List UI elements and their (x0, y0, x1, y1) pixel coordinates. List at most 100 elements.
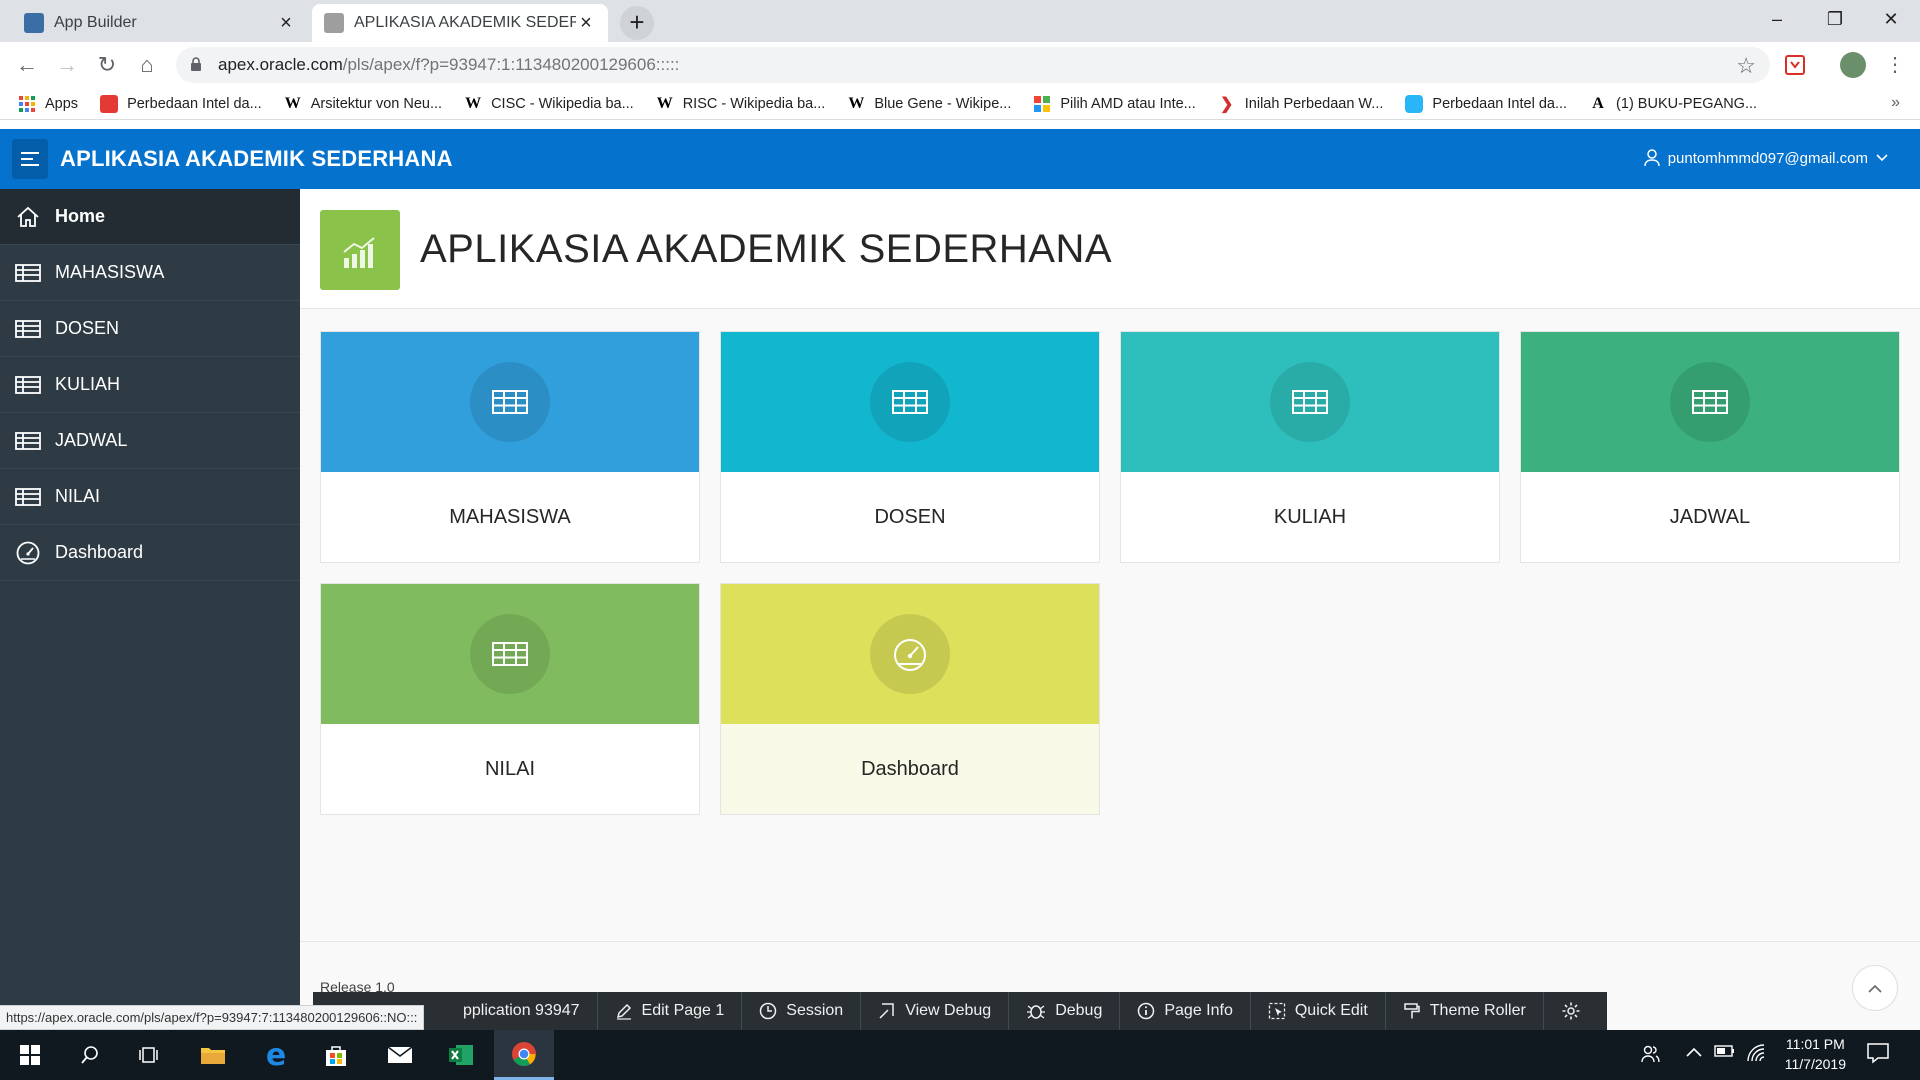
tab-app-builder[interactable]: App Builder × (12, 4, 308, 42)
dev-page-info-button[interactable]: Page Info (1120, 992, 1251, 1030)
card-jadwal[interactable]: JADWAL (1520, 331, 1900, 563)
browser-menu-icon[interactable]: ⋮ (1884, 54, 1906, 76)
bookmark-item[interactable]: W Blue Gene - Wikipe... (847, 95, 1011, 113)
extension-icon[interactable] (1784, 54, 1806, 76)
app-title[interactable]: APLIKASIA AKADEMIK SEDERHANA (60, 146, 453, 172)
card-label: JADWAL (1669, 505, 1751, 528)
reload-icon[interactable]: ↻ (90, 49, 124, 81)
show-hidden-icons[interactable] (1686, 1044, 1702, 1062)
table-icon (470, 362, 550, 442)
close-tab-icon[interactable]: × (276, 12, 296, 35)
sidebar: Home MAHASISWA DOSEN KULIAH JADWAL NILAI (0, 189, 300, 1030)
bookmark-apps[interactable]: Apps (18, 95, 78, 113)
tab-aplikasia[interactable]: APLIKASIA AKADEMIK SEDERHANA × (312, 4, 608, 42)
edge-icon[interactable]: e (246, 1030, 306, 1080)
dev-view-debug-button[interactable]: View Debug (861, 992, 1010, 1030)
url-path: /pls/apex/f?p=93947:1:113480200129606:::… (342, 55, 680, 74)
clock-time: 11:01 PM (1785, 1036, 1845, 1052)
table-icon (14, 429, 42, 453)
store-icon[interactable] (306, 1030, 366, 1080)
dev-theme-roller-button[interactable]: Theme Roller (1386, 992, 1544, 1030)
sidebar-item-nilai[interactable]: NILAI (0, 469, 300, 525)
forward-icon[interactable]: → (50, 49, 84, 81)
card-dosen[interactable]: DOSEN (720, 331, 1100, 563)
address-bar[interactable]: apex.oracle.com/pls/apex/f?p=93947:1:113… (176, 47, 1770, 83)
excel-icon[interactable] (431, 1030, 491, 1080)
bookmark-label: Blue Gene - Wikipe... (874, 95, 1012, 112)
notifications-icon[interactable] (1866, 1042, 1890, 1069)
dev-item-label: Session (786, 1002, 844, 1019)
sidebar-item-mahasiswa[interactable]: MAHASISWA (0, 245, 300, 301)
home-icon (14, 205, 42, 229)
bookmark-label: Perbedaan Intel da... (1432, 95, 1568, 112)
sidebar-item-dashboard[interactable]: Dashboard (0, 525, 300, 581)
bookmark-item[interactable]: Pilih AMD atau Inte... (1033, 95, 1196, 113)
scroll-to-top-button[interactable] (1852, 965, 1898, 1011)
wifi-icon[interactable] (1746, 1044, 1766, 1067)
card-header (721, 332, 1099, 472)
bookmark-item[interactable]: W CISC - Wikipedia ba... (464, 95, 634, 113)
more-bookmarks-icon[interactable]: » (1891, 94, 1900, 112)
restore-icon[interactable]: ❐ (1806, 0, 1864, 38)
card-dashboard[interactable]: Dashboard (720, 583, 1100, 815)
sidebar-item-jadwal[interactable]: JADWAL (0, 413, 300, 469)
bookmark-label: Inilah Perbedaan W... (1244, 95, 1384, 112)
site-icon (100, 94, 119, 113)
home-button-icon[interactable]: ⌂ (130, 49, 164, 81)
chevron-up-icon (1868, 984, 1882, 993)
mail-icon[interactable] (370, 1030, 430, 1080)
bookmark-item[interactable]: W Arsitektur von Neu... (284, 95, 442, 113)
dev-edit-page-button[interactable]: Edit Page 1 (598, 992, 743, 1030)
task-view-icon[interactable] (120, 1030, 180, 1080)
battery-icon[interactable] (1714, 1044, 1736, 1063)
sidebar-item-dosen[interactable]: DOSEN (0, 301, 300, 357)
new-tab-button[interactable]: + (620, 6, 654, 40)
browser-toolbar: ← → ↻ ⌂ apex.oracle.com/pls/apex/f?p=939… (0, 42, 1920, 88)
bookmark-label: Pilih AMD atau Inte... (1060, 95, 1196, 112)
close-window-icon[interactable]: ✕ (1862, 0, 1920, 38)
file-explorer-icon[interactable] (183, 1030, 243, 1080)
profile-avatar[interactable] (1840, 52, 1866, 78)
bookmark-item[interactable]: Perbedaan Intel da... (1405, 94, 1568, 113)
gear-icon (1562, 1002, 1580, 1020)
dev-item-label: Edit Page 1 (641, 1002, 725, 1019)
bookmark-item[interactable]: W RISC - Wikipedia ba... (656, 95, 826, 113)
card-nilai[interactable]: NILAI (320, 583, 700, 815)
sidebar-item-kuliah[interactable]: KULIAH (0, 357, 300, 413)
user-menu[interactable]: puntomhmmd097@gmail.com (1643, 149, 1896, 167)
bookmark-item[interactable]: Perbedaan Intel da... (100, 94, 262, 113)
bookmark-label: Perbedaan Intel da... (127, 95, 262, 112)
bookmark-star-icon[interactable]: ☆ (1736, 53, 1756, 79)
bookmark-item[interactable]: A (1) BUKU-PEGANG... (1589, 95, 1757, 113)
people-icon[interactable] (1640, 1044, 1660, 1069)
dev-session-button[interactable]: Session (742, 992, 862, 1030)
dev-settings-button[interactable] (1544, 992, 1607, 1030)
taskbar-clock[interactable]: 11:01 PM 11/7/2019 (1785, 1034, 1846, 1074)
bookmark-item[interactable]: ❯ Inilah Perbedaan W... (1218, 95, 1384, 113)
search-icon[interactable] (60, 1030, 120, 1080)
dashboard-icon (14, 541, 42, 565)
windows-start-icon[interactable] (0, 1030, 60, 1080)
chrome-icon[interactable] (494, 1030, 554, 1080)
card-header (321, 584, 699, 724)
card-mahasiswa[interactable]: MAHASISWA (320, 331, 700, 563)
page-favicon-icon (324, 13, 344, 33)
dashboard-icon (870, 614, 950, 694)
sidebar-item-label: DOSEN (55, 318, 120, 338)
back-icon[interactable]: ← (10, 49, 44, 81)
table-icon (14, 261, 42, 285)
close-tab-icon[interactable]: × (576, 12, 596, 35)
edit-icon (616, 1003, 631, 1020)
apps-grid-icon (18, 95, 36, 113)
menu-toggle-button[interactable] (12, 139, 48, 179)
sidebar-item-home[interactable]: Home (0, 189, 300, 245)
bookmarks-bar: Apps Perbedaan Intel da... W Arsitektur … (0, 88, 1920, 120)
wikipedia-icon: W (284, 94, 301, 112)
dev-debug-button[interactable]: Debug (1009, 992, 1121, 1030)
url-host: apex.oracle.com (218, 55, 343, 74)
wikipedia-icon: W (465, 94, 482, 112)
table-icon (14, 485, 42, 509)
minimize-icon[interactable]: – (1748, 0, 1806, 38)
card-kuliah[interactable]: KULIAH (1120, 331, 1500, 563)
dev-quick-edit-button[interactable]: Quick Edit (1251, 992, 1386, 1030)
